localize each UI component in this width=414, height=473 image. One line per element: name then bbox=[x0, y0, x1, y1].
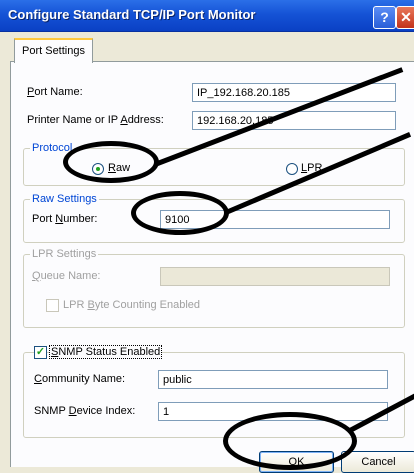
snmp-device-index-label: SNMP Device Index: bbox=[34, 405, 136, 417]
window-title: Configure Standard TCP/IP Port Monitor bbox=[8, 7, 256, 22]
cancel-button[interactable]: Cancel bbox=[341, 451, 414, 473]
port-name-label: Port Name: bbox=[27, 86, 83, 98]
community-name-field[interactable]: public bbox=[158, 370, 388, 389]
raw-settings-title: Raw Settings bbox=[30, 193, 99, 205]
title-bar: Configure Standard TCP/IP Port Monitor ?… bbox=[0, 0, 414, 32]
printer-address-field[interactable]: 192.168.20.185 bbox=[192, 111, 396, 130]
lpr-settings-title: LPR Settings bbox=[30, 248, 99, 260]
raw-settings-group: Raw Settings Port Number: 9100 bbox=[23, 193, 405, 243]
protocol-group-title: Protocol bbox=[30, 142, 75, 154]
queue-name-label: Queue Name: bbox=[32, 270, 101, 282]
tab-control: Port Settings Port Name: IP_192.168.20.1… bbox=[6, 38, 414, 473]
lpr-settings-group: LPR Settings Queue Name: LPR Byte Counti… bbox=[23, 248, 405, 328]
lpr-label: LPR bbox=[301, 162, 323, 174]
port-number-field[interactable]: 9100 bbox=[160, 210, 390, 229]
lpr-byte-counting-label: LPR Byte Counting Enabled bbox=[63, 299, 200, 311]
raw-radio[interactable] bbox=[92, 163, 104, 175]
port-name-field[interactable]: IP_192.168.20.185 bbox=[192, 83, 396, 102]
ok-button[interactable]: OK bbox=[259, 451, 334, 473]
port-number-label: Port Number: bbox=[32, 213, 98, 225]
snmp-enabled-label: SNMP Status Enabled bbox=[49, 345, 163, 359]
lpr-byte-counting-checkbox[interactable] bbox=[46, 299, 59, 312]
snmp-device-index-field[interactable]: 1 bbox=[158, 402, 388, 421]
queue-name-field[interactable] bbox=[160, 267, 390, 286]
protocol-group: Protocol Raw LPR bbox=[23, 142, 405, 186]
community-name-label: Community Name: bbox=[34, 373, 126, 385]
lpr-radio[interactable] bbox=[286, 163, 298, 175]
snmp-group: ✓ SNMP Status Enabled Community Name: pu… bbox=[23, 345, 405, 438]
close-icon[interactable]: ✕ bbox=[396, 6, 414, 29]
raw-label: Raw bbox=[108, 162, 131, 174]
snmp-enabled-checkbox[interactable]: ✓ bbox=[34, 346, 47, 359]
help-icon[interactable]: ? bbox=[373, 6, 396, 29]
port-settings-panel: Port Name: IP_192.168.20.185 Printer Nam… bbox=[10, 61, 414, 473]
printer-name-label: Printer Name or IP Address: bbox=[27, 114, 164, 126]
tab-port-settings[interactable]: Port Settings bbox=[14, 38, 93, 63]
